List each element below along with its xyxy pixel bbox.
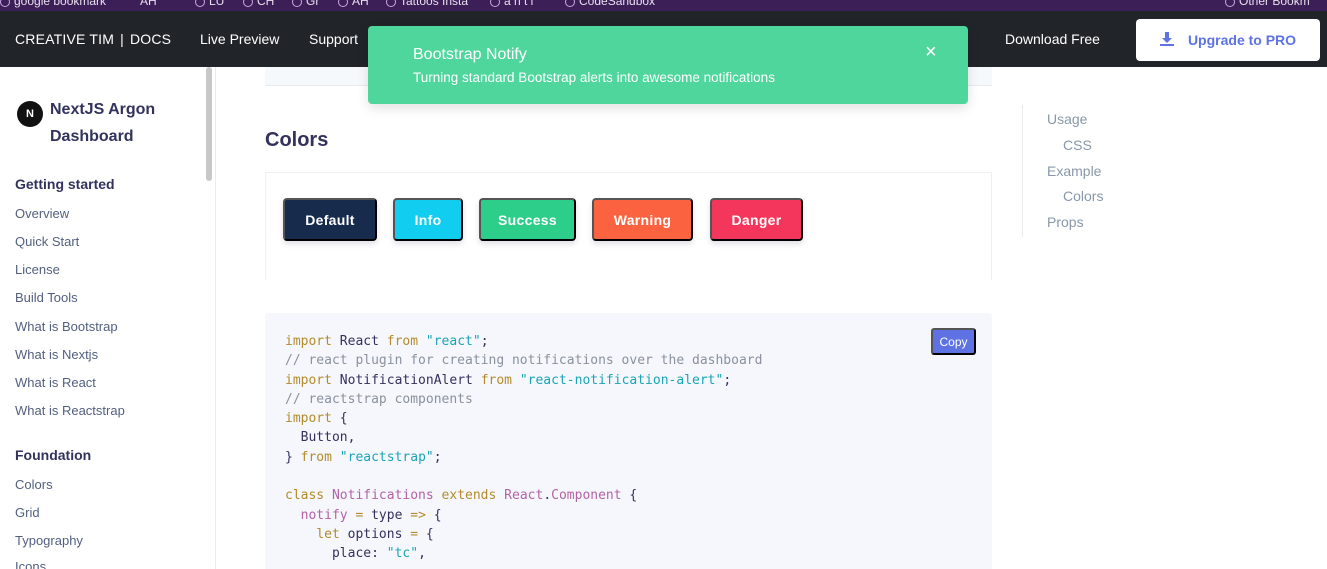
sidebar-scrollbar[interactable]: [206, 67, 212, 181]
bookmark-item[interactable]: Other Bookm: [1225, 0, 1310, 8]
main-content: Colors Default Info Success Warning Dang…: [216, 67, 1327, 569]
notify-default-button[interactable]: Default: [283, 198, 377, 241]
notify-warning-button[interactable]: Warning: [592, 198, 693, 241]
copy-button[interactable]: Copy: [931, 328, 976, 355]
bookmark-item[interactable]: a n t i: [490, 0, 533, 8]
bookmark-icon: [195, 0, 205, 7]
bookmark-item[interactable]: AH: [338, 0, 369, 8]
sidebar-item-grid[interactable]: Grid: [15, 505, 40, 520]
bookmark-icon: [243, 0, 253, 7]
brand-docs: DOCS: [129, 31, 172, 47]
sidebar-title[interactable]: NextJS Argon Dashboard: [50, 96, 190, 150]
bookmark-item[interactable]: Tattoos Insta: [386, 0, 468, 8]
bookmark-item[interactable]: CodeSandbox: [565, 0, 655, 8]
brand-separator: |: [120, 31, 124, 47]
notify-success-button[interactable]: Success: [479, 198, 576, 241]
notify-danger-button[interactable]: Danger: [710, 198, 803, 241]
folder-icon: [1225, 0, 1235, 7]
sidebar-item-what-is-bootstrap[interactable]: What is Bootstrap: [15, 319, 118, 334]
sidebar-heading-getting-started: Getting started: [15, 176, 115, 192]
code-line: Button,: [285, 430, 356, 446]
bookmark-icon: [565, 0, 575, 7]
code-content: import React from "react"; // react plug…: [285, 332, 762, 564]
code-line: import NotificationAlert from "react-not…: [285, 372, 732, 388]
toc-item-example[interactable]: Example: [1047, 163, 1101, 179]
sidebar-item-what-is-reactstrap[interactable]: What is Reactstrap: [15, 403, 125, 418]
bookmark-icon: [490, 0, 500, 7]
code-line: place: "tc",: [285, 546, 426, 562]
sidebar-item-colors[interactable]: Colors: [15, 477, 53, 492]
notification-message: Turning standard Bootstrap alerts into a…: [413, 70, 775, 85]
code-line: // react plugin for creating notificatio…: [285, 353, 763, 369]
bookmark-item[interactable]: Gr: [292, 0, 319, 8]
sidebar-item-overview[interactable]: Overview: [15, 206, 69, 221]
bookmark-item[interactable]: google bookmark: [0, 0, 106, 8]
sidebar-item-quick-start[interactable]: Quick Start: [15, 234, 79, 249]
code-line: class Notifications extends React.Compon…: [285, 488, 638, 504]
toc-item-colors[interactable]: Colors: [1063, 188, 1103, 204]
close-icon[interactable]: ×: [925, 42, 937, 62]
docs-sidebar: N NextJS Argon Dashboard Getting started…: [0, 67, 216, 569]
code-line: // reactstrap components: [285, 391, 473, 407]
notification-alert: Bootstrap Notify Turning standard Bootst…: [368, 26, 968, 104]
code-line: import {: [285, 411, 348, 427]
code-line: let options = {: [316, 526, 434, 542]
sidebar-heading-foundation: Foundation: [15, 447, 92, 463]
toc-item-props[interactable]: Props: [1047, 214, 1084, 230]
code-line: notify = type => {: [300, 507, 442, 523]
notify-info-button[interactable]: Info: [393, 198, 463, 241]
sidebar-item-typography[interactable]: Typography: [15, 533, 83, 548]
upgrade-label: Upgrade to PRO: [1187, 32, 1297, 48]
bookmark-icon: [338, 0, 348, 7]
sidebar-item-license[interactable]: License: [15, 262, 60, 277]
bookmark-icon: [292, 0, 302, 7]
upgrade-to-pro-button[interactable]: Upgrade to PRO: [1136, 19, 1320, 61]
brand-link[interactable]: CREATIVE TIM | DOCS: [15, 31, 171, 47]
sidebar-item-what-is-nextjs[interactable]: What is Nextjs: [15, 347, 98, 362]
nav-support[interactable]: Support: [309, 31, 358, 47]
nextjs-logo-icon: N: [17, 101, 43, 127]
sidebar-item-what-is-react[interactable]: What is React: [15, 375, 96, 390]
bookmark-item[interactable]: LU: [195, 0, 224, 8]
brand-name: CREATIVE TIM: [15, 31, 115, 47]
code-line: } from "reactstrap";: [285, 449, 442, 465]
nav-live-preview[interactable]: Live Preview: [200, 31, 279, 47]
bookmark-icon: [0, 0, 10, 7]
sidebar-item-icons[interactable]: Icons: [15, 559, 46, 569]
download-free-link[interactable]: Download Free: [1005, 31, 1100, 47]
toc-item-usage[interactable]: Usage: [1047, 111, 1087, 127]
bookmark-item[interactable]: CH: [243, 0, 274, 8]
code-line: import React from "react";: [285, 334, 489, 349]
bookmarks-bar: google bookmark AH LU CH Gr AH Tattoos I…: [0, 0, 1327, 11]
sidebar-item-build-tools[interactable]: Build Tools: [15, 290, 78, 305]
notification-title: Bootstrap Notify: [413, 46, 527, 63]
bookmark-item[interactable]: AH: [140, 0, 157, 8]
section-title: Colors: [265, 129, 329, 151]
table-of-contents: Usage CSS Example Colors Props: [1022, 105, 1172, 237]
bookmark-icon: [386, 0, 396, 7]
toc-item-css[interactable]: CSS: [1063, 137, 1092, 153]
download-icon: [1159, 31, 1174, 49]
